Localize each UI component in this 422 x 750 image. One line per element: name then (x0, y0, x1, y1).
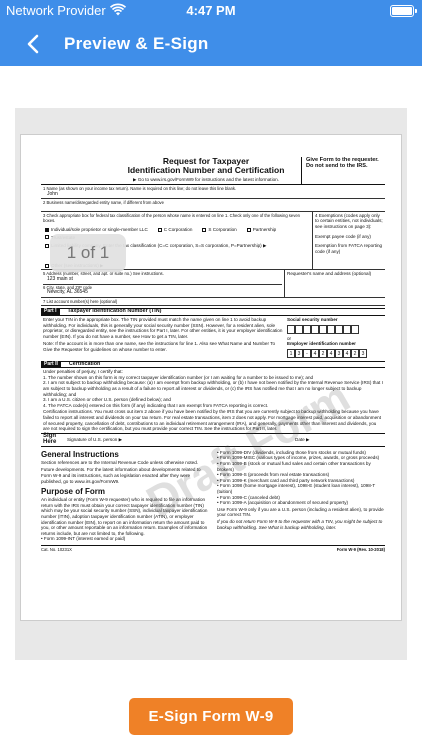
part1-bar: Part I Taxpayer Identification Number (T… (41, 308, 385, 316)
back-chevron-icon[interactable] (20, 30, 48, 58)
part1-note: Note: If the account is in more than one… (43, 341, 276, 352)
line5-value: 123 main st (47, 275, 73, 282)
checkbox-icon (45, 263, 49, 268)
right-bullet: • Form 1098 (home mortgage interest), 10… (217, 483, 376, 494)
certification-body: Under penalties of perjury, I certify th… (41, 368, 385, 433)
page-indicator: 1 of 1 (50, 234, 126, 272)
purpose-text: An individual or entity (Form W-9 reques… (41, 497, 208, 536)
w9-form: Request for Taxpayer Identification Numb… (41, 155, 385, 553)
classification-individual: Individual/sole proprietor or single-mem… (43, 227, 148, 233)
form-goto-line: ▶ Go to www.irs.gov/FormW9 for instructi… (133, 177, 279, 182)
checkbox-icon (45, 235, 49, 240)
part1-text: Enter your TIN in the appropriate box. T… (43, 316, 283, 339)
part2-bar: Part II Certification (41, 360, 385, 369)
battery-icon (390, 5, 417, 17)
general-text: Section references are to the Internal R… (41, 459, 199, 465)
classification-c-corp: C Corporation (156, 227, 192, 233)
classification-s-corp: S Corporation (200, 227, 237, 233)
future-text: Future developments. For the latest info… (41, 467, 201, 484)
ein-boxes: 13-4243423 (287, 348, 367, 358)
requester-label: Requester's name and address (optional) (287, 271, 372, 277)
form-header: Request for Taxpayer Identification Numb… (41, 155, 385, 185)
line7: 7 List account number(s) here (optional) (41, 298, 385, 307)
exemptions-label: 4 Exemptions (codes apply only to certai… (315, 212, 383, 229)
general-title: General Instructions (41, 449, 119, 459)
signature-label[interactable]: Signature of U.S. person ▶ (63, 437, 295, 443)
ssn-boxes (287, 324, 359, 334)
status-bar: Network Provider 4:47 PM (0, 0, 422, 22)
checkbox-icon (157, 227, 162, 232)
right-text: Use Form W-9 only if you are a U.S. pers… (217, 506, 384, 518)
line3-label: 3 Check appropriate box for federal tax … (43, 212, 300, 224)
part1-body: Enter your TIN in the appropriate box. T… (41, 316, 385, 359)
instructions-columns: General Instructions Section references … (41, 447, 385, 542)
form-page: Request for Taxpayer Identification Numb… (20, 134, 402, 621)
checkbox-icon (246, 227, 251, 232)
cert-item: 4. The FATCA code(s) entered on this for… (43, 402, 269, 408)
checkbox-icon (202, 227, 207, 232)
checkbox-icon (45, 227, 49, 232)
clock: 4:47 PM (186, 3, 236, 18)
form-footer: Cat. No. 10231X Form W-9 (Rev. 10-2018) (41, 544, 385, 553)
esign-button[interactable]: E-Sign Form W-9 (129, 698, 293, 735)
classification-partnership: Partnership (245, 227, 276, 233)
purpose-bullet: • Form 1099-INT (interest earned or paid… (41, 536, 126, 542)
navigation-bar: Preview & E-Sign (0, 22, 422, 66)
right-bullet: • Form 1099-A (acquisition or abandonmen… (217, 500, 349, 506)
purpose-title: Purpose of Form (41, 487, 106, 497)
ein-label: Employer identification number (287, 341, 356, 347)
signature-row: Sign Here Signature of U.S. person ▶ Dat… (41, 432, 385, 447)
exempt-payee-label: Exempt payee code (if any) (315, 233, 371, 239)
part2-tag: Part II (41, 361, 61, 368)
cat-no: Cat. No. 10231X (41, 546, 72, 552)
sign-here-label: Sign Here (43, 433, 57, 445)
line7-label: 7 List account number(s) here (optional) (43, 298, 118, 304)
date-label: Date ▶ (295, 437, 310, 443)
document-viewer[interactable]: Request for Taxpayer Identification Numb… (15, 108, 407, 660)
line1: 1 Name (as shown on your income tax retu… (41, 185, 385, 200)
part1-tag: Part I (41, 309, 60, 315)
line5-section: 5 Address (number, street, and apt. or s… (41, 270, 385, 298)
form-title-line2: Identification Number and Certification (127, 165, 285, 175)
right-italic: If you do not return Form W-9 to the req… (217, 518, 383, 530)
cert-item: 2. I am not subject to backup withholdin… (43, 380, 383, 397)
nav-title: Preview & E-Sign (64, 34, 209, 53)
give-form-note: Give Form to the requester. Do not send … (301, 157, 385, 185)
line6-value: Newcity, AL 36545 (47, 289, 88, 296)
right-bullet: • Form 1099-B (stock or mutual fund sale… (217, 461, 371, 472)
fatca-label: Exemption from FATCA reporting code (if … (315, 243, 383, 254)
line2: 2 Business name/disregarded entity name,… (41, 199, 385, 212)
form-id: Form W-9 (Rev. 10-2018) (336, 546, 385, 552)
cert-instructions: Certification instructions. You must cro… (43, 409, 381, 432)
part2-title: Certification (68, 360, 101, 367)
ssn-label: Social security number (287, 316, 338, 322)
part1-title: Taxpayer Identification Number (TIN) (67, 308, 162, 315)
checkbox-icon (45, 243, 49, 248)
line1-value: John (47, 190, 58, 197)
